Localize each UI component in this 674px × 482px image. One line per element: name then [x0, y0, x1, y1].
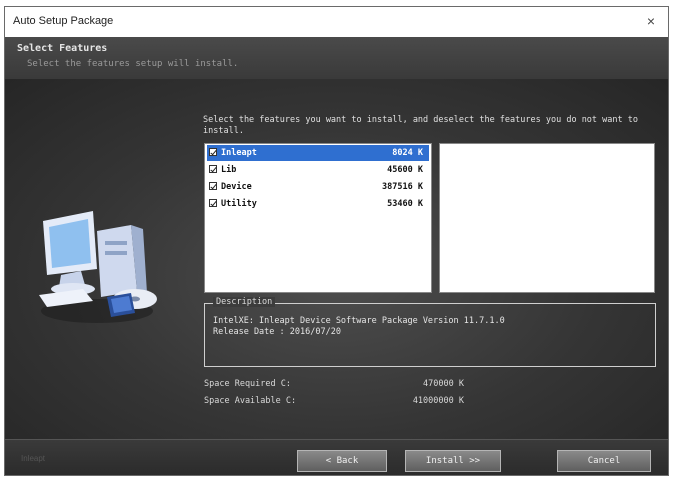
feature-row[interactable]: Inleapt 8024 K [207, 145, 429, 161]
space-available-row: Space Available C: 41000000 K [204, 396, 464, 408]
space-available-value: 41000000 K [412, 396, 464, 406]
feature-list[interactable]: Inleapt 8024 K Lib 45600 K Device 387516… [204, 143, 432, 293]
feature-checkbox[interactable] [209, 182, 217, 190]
feature-row[interactable]: Lib 45600 K [207, 162, 429, 178]
header-title: Select Features [17, 43, 108, 54]
brand-label: Inleapt [21, 454, 46, 463]
description-legend: Description [213, 297, 276, 307]
description-line: Release Date : 2016/07/20 [213, 327, 341, 337]
header-subtitle: Select the features setup will install. [27, 59, 239, 69]
feature-row[interactable]: Device 387516 K [207, 179, 429, 195]
feature-detail-panel [439, 143, 655, 293]
feature-size: 8024 K [392, 148, 423, 158]
feature-size: 45600 K [387, 165, 423, 175]
feature-checkbox[interactable] [209, 165, 217, 173]
back-button[interactable]: < Back [297, 450, 387, 472]
feature-name: Utility [221, 199, 257, 209]
feature-row[interactable]: Utility 53460 K [207, 196, 429, 212]
computer-illustration-icon [39, 211, 157, 323]
close-icon[interactable]: × [642, 12, 660, 30]
cancel-button[interactable]: Cancel [557, 450, 651, 472]
window-title: Auto Setup Package [13, 15, 114, 27]
feature-checkbox[interactable] [209, 148, 217, 156]
space-required-label: Space Required C: [204, 379, 291, 389]
space-available-label: Space Available C: [204, 396, 297, 406]
space-required-value: 470000 K [423, 379, 464, 389]
setup-window: Auto Setup Package × Select Features Sel… [4, 6, 669, 476]
wizard-footer: Inleapt < Back Install >> Cancel [5, 439, 668, 475]
description-text: IntelXE: Inleapt Device Software Package… [213, 316, 647, 338]
title-bar: Auto Setup Package × [5, 7, 668, 38]
feature-name: Inleapt [221, 148, 257, 158]
wizard-header: Select Features Select the features setu… [5, 37, 668, 80]
wizard-body: Select the features you want to install,… [5, 79, 668, 439]
space-required-row: Space Required C: 470000 K [204, 379, 464, 391]
instructions-text: Select the features you want to install,… [203, 115, 638, 136]
description-group: Description IntelXE: Inleapt Device Soft… [204, 297, 656, 367]
feature-name: Device [221, 182, 252, 192]
install-button[interactable]: Install >> [405, 450, 501, 472]
description-line: IntelXE: Inleapt Device Software Package… [213, 316, 505, 326]
feature-size: 53460 K [387, 199, 423, 209]
feature-checkbox[interactable] [209, 199, 217, 207]
feature-size: 387516 K [382, 182, 423, 192]
feature-name: Lib [221, 165, 237, 175]
